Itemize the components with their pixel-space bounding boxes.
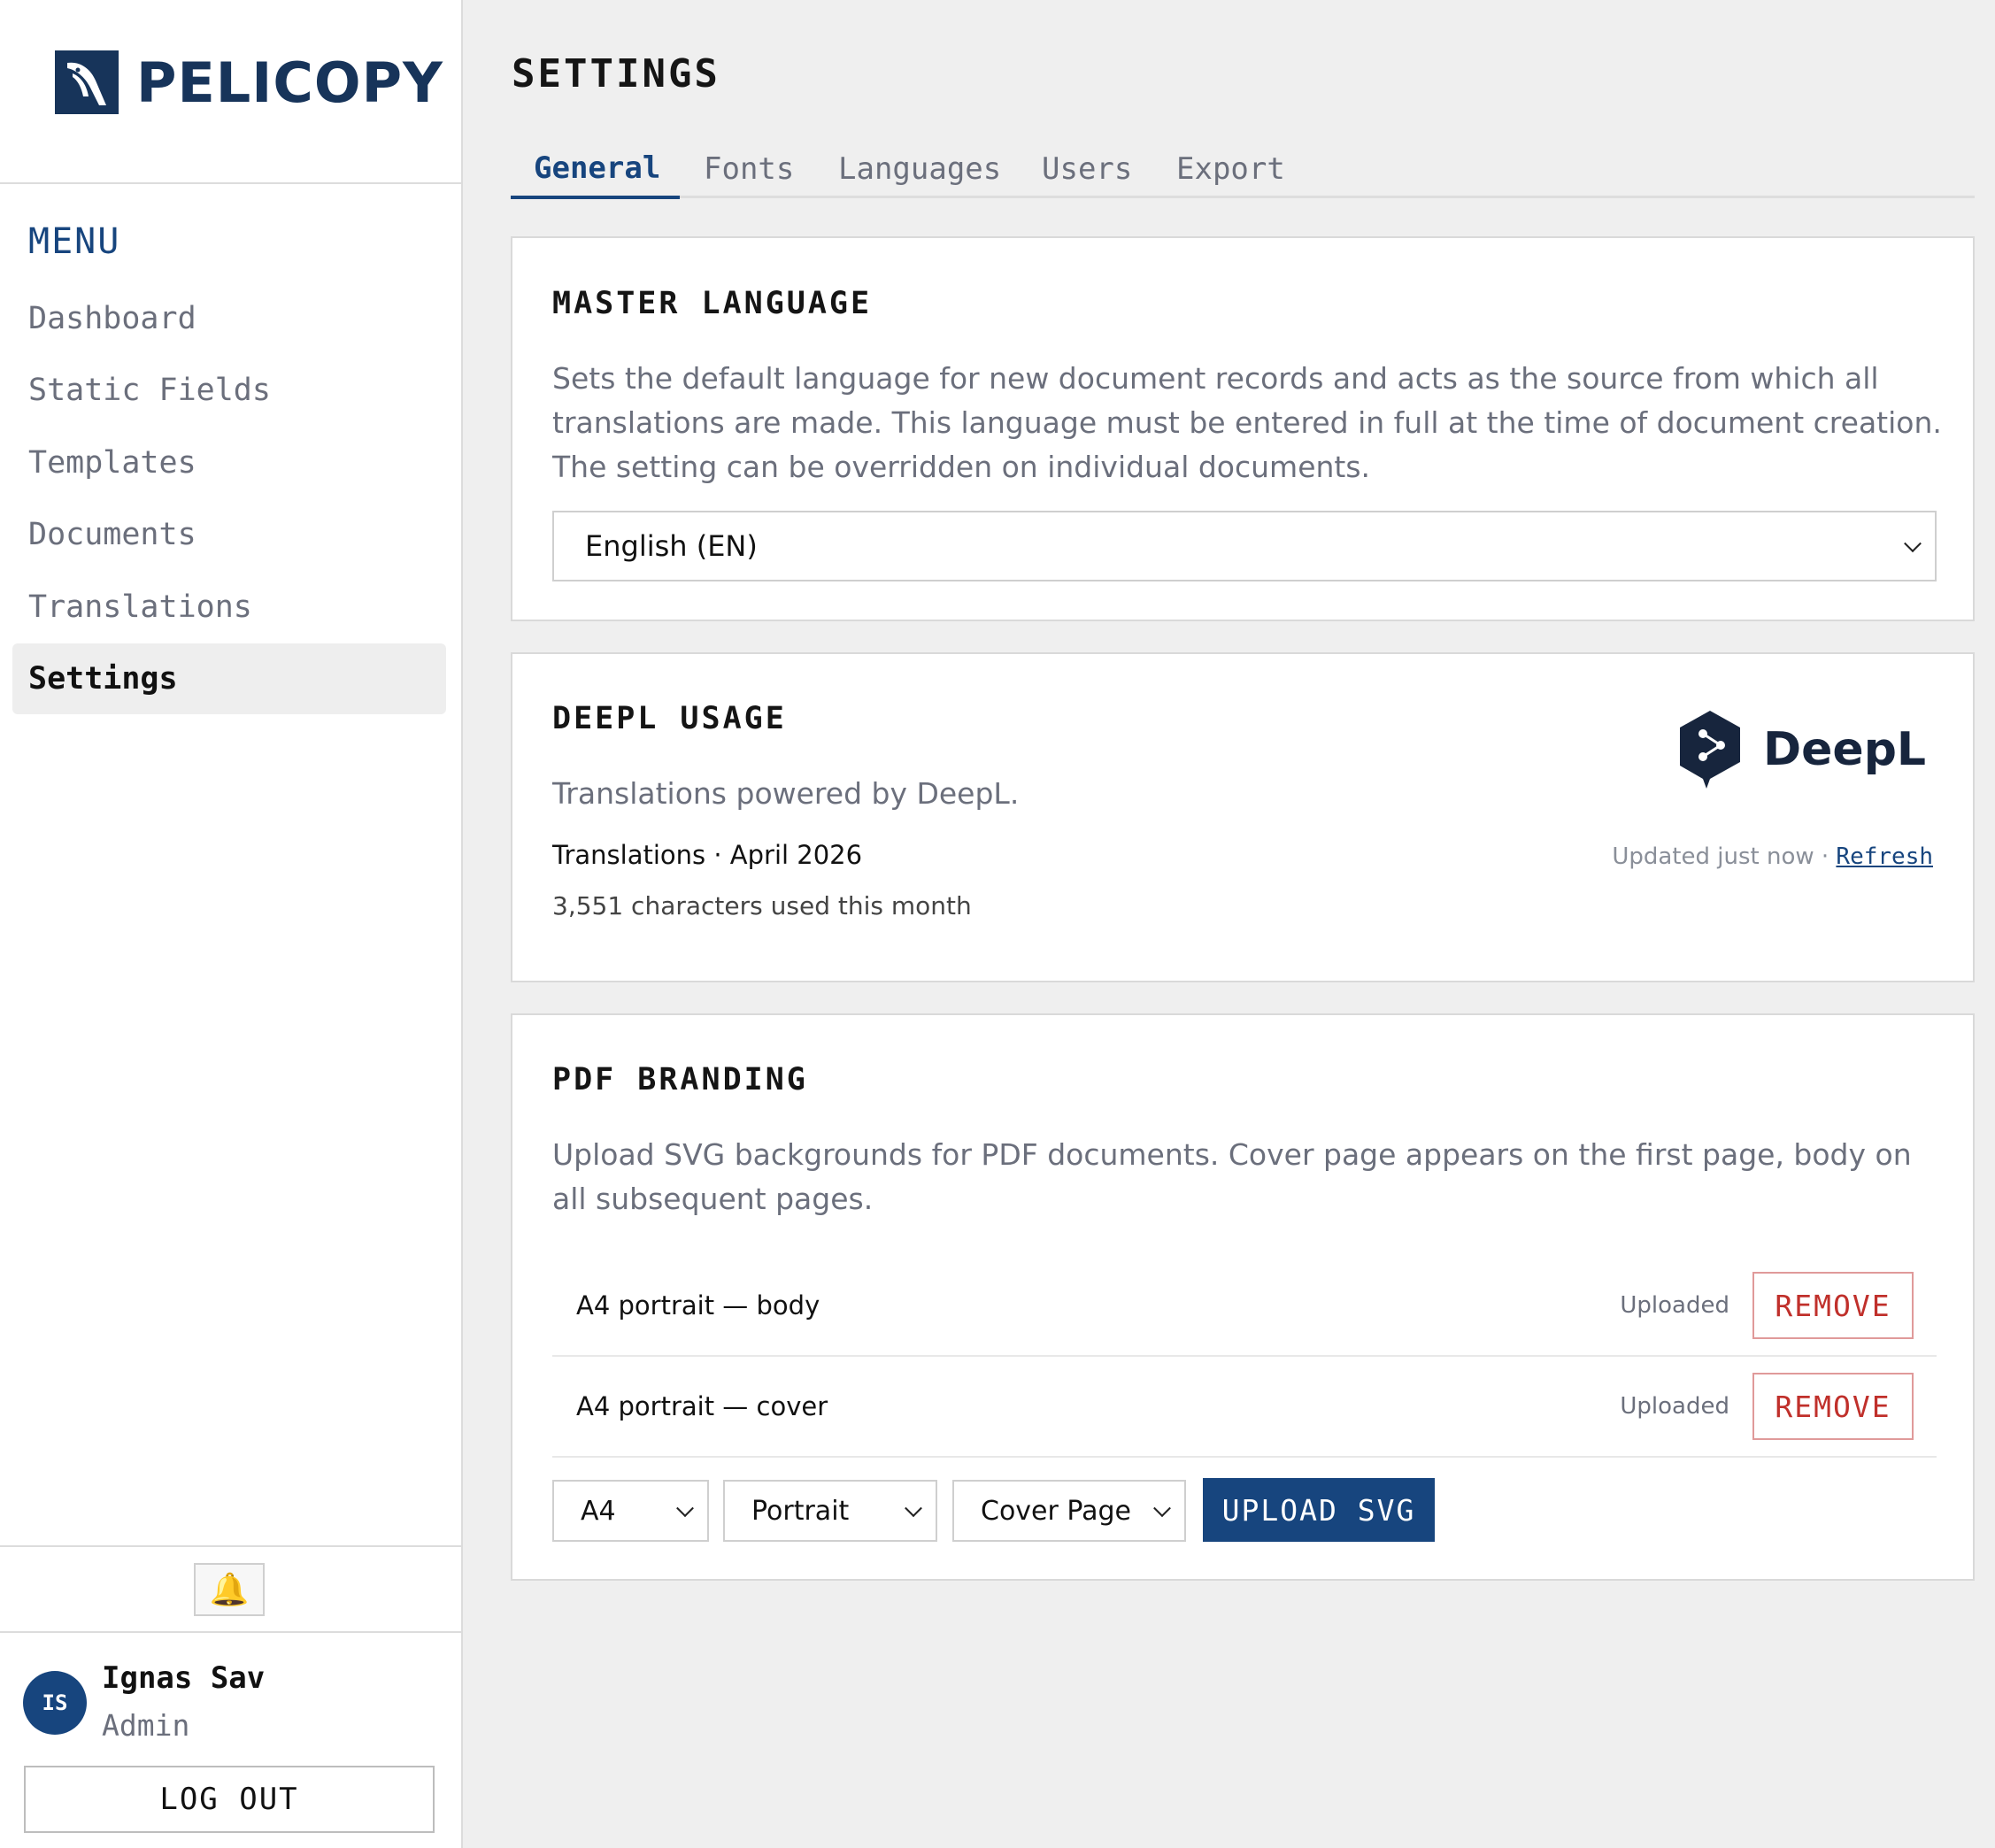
notifications-button[interactable]: 🔔 [194, 1563, 265, 1616]
branding-row-label: A4 portrait — body [576, 1290, 820, 1321]
tab-languages[interactable]: Languages [838, 140, 1001, 198]
logout-button[interactable]: LOG OUT [24, 1766, 435, 1833]
tab-fonts[interactable]: Fonts [704, 140, 794, 198]
page-type-select[interactable]: Cover Page [952, 1480, 1186, 1542]
tab-export[interactable]: Export [1176, 140, 1285, 198]
master-language-select[interactable]: English (EN) [552, 511, 1937, 581]
sidebar-divider [0, 182, 461, 184]
branding-row: A4 portrait — cover Uploaded REMOVE [552, 1357, 1937, 1458]
master-language-card: MASTER LANGUAGE Sets the default languag… [511, 236, 1975, 621]
card-title: DEEPL USAGE [552, 701, 787, 736]
branding-row-status: Uploaded [1620, 1292, 1729, 1319]
pelican-logo-icon [55, 50, 119, 114]
menu-heading: MENU [28, 221, 121, 262]
chevron-down-icon [905, 1499, 922, 1518]
upload-svg-button[interactable]: UPLOAD SVG [1203, 1478, 1435, 1542]
chevron-down-icon [676, 1499, 694, 1518]
deepl-hexagon-icon [1680, 711, 1740, 789]
pdf-branding-card: PDF BRANDING Upload SVG backgrounds for … [511, 1013, 1975, 1581]
bell-icon: 🔔 [209, 1571, 250, 1607]
branding-row: A4 portrait — body Uploaded REMOVE [552, 1256, 1937, 1357]
tab-users[interactable]: Users [1042, 140, 1132, 198]
sidebar-item-translations[interactable]: Translations [12, 572, 446, 643]
sidebar-item-templates[interactable]: Templates [12, 427, 446, 498]
card-description: Translations powered by DeepL. [552, 776, 1020, 811]
remove-button[interactable]: REMOVE [1752, 1272, 1914, 1339]
avatar[interactable]: IS [23, 1671, 87, 1735]
deepl-logo-text: DeepL [1763, 723, 1927, 776]
select-value: Cover Page [981, 1495, 1132, 1527]
updated-status: Updated just now · Refresh [1612, 843, 1933, 870]
page-title: SETTINGS [512, 51, 720, 96]
sidebar-item-settings[interactable]: Settings [12, 643, 446, 714]
branding-row-status: Uploaded [1620, 1393, 1729, 1420]
brand-name: PELICOPY [136, 50, 443, 115]
sidebar: PELICOPY MENU Dashboard Static Fields Te… [0, 0, 463, 1848]
select-value: A4 [581, 1495, 616, 1527]
remove-button[interactable]: REMOVE [1752, 1373, 1914, 1440]
card-title: PDF BRANDING [552, 1062, 808, 1097]
select-value: English (EN) [585, 529, 758, 563]
sidebar-item-static-fields[interactable]: Static Fields [12, 355, 446, 426]
card-description: Sets the default language for new docume… [552, 361, 1942, 484]
select-value: Portrait [751, 1495, 850, 1527]
refresh-link[interactable]: Refresh [1836, 843, 1933, 870]
page-size-select[interactable]: A4 [552, 1480, 709, 1542]
sidebar-item-documents[interactable]: Documents [12, 499, 446, 570]
card-description: Upload SVG backgrounds for PDF documents… [552, 1137, 1912, 1216]
user-role: Admin [102, 1708, 190, 1743]
deepl-logo: DeepL [1676, 707, 1926, 792]
sidebar-divider [0, 1631, 461, 1633]
usage-period: Translations · April 2026 [552, 840, 863, 870]
tab-general[interactable]: General [511, 140, 680, 199]
brand-logo[interactable]: PELICOPY [55, 49, 443, 116]
card-title: MASTER LANGUAGE [552, 286, 873, 321]
updated-text: Updated just now · [1612, 843, 1837, 870]
sidebar-divider [0, 1545, 461, 1547]
deepl-usage-card: DEEPL USAGE DeepL Translations powered b… [511, 652, 1975, 982]
settings-tabs: General Fonts Languages Users Export [511, 140, 1975, 199]
chevron-down-icon [1153, 1499, 1171, 1518]
user-name: Ignas Sav [102, 1660, 266, 1696]
branding-row-label: A4 portrait — cover [576, 1391, 828, 1421]
chevron-down-icon [1904, 535, 1922, 553]
sidebar-item-dashboard[interactable]: Dashboard [12, 283, 446, 354]
usage-count: 3,551 characters used this month [552, 891, 972, 920]
orientation-select[interactable]: Portrait [723, 1480, 937, 1542]
